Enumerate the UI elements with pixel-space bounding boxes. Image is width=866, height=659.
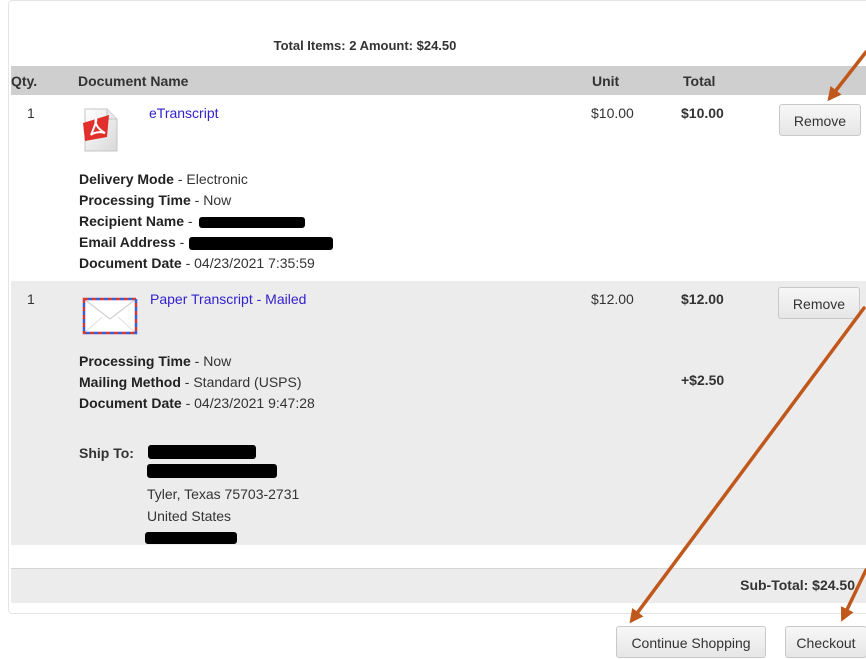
item-qty: 1 <box>27 291 35 307</box>
airmail-envelope-icon <box>82 297 138 335</box>
subtotal-bar: Sub-Total: $24.50 <box>11 568 866 603</box>
remove-button[interactable]: Remove <box>779 104 861 136</box>
column-unit: Unit <box>592 73 620 89</box>
detail-mailing-method: Mailing Method - Standard (USPS) <box>79 374 302 390</box>
item-name-link[interactable]: eTranscript <box>149 105 219 121</box>
redaction-bar <box>145 532 237 544</box>
item-qty: 1 <box>27 105 35 121</box>
redaction-bar <box>147 464 277 478</box>
detail-processing-time: Processing Time - Now <box>79 353 232 369</box>
redaction-bar <box>189 236 334 250</box>
table-header: Qty. Document Name Unit Total <box>11 66 866 95</box>
table-row: 1 eTranscript $10.00 $10.00 Delivery Mod… <box>11 95 866 281</box>
redaction-bar <box>148 445 256 459</box>
detail-document-date: Document Date - 04/23/2021 7:35:59 <box>79 255 315 271</box>
item-total-price: $10.00 <box>681 105 724 121</box>
detail-recipient-name: Recipient Name - <box>79 211 333 232</box>
column-total: Total <box>683 73 716 89</box>
address-country-line: United States <box>147 508 232 524</box>
cart-summary: Total Items: 2 Amount: $24.50 <box>273 38 457 53</box>
item-unit-price: $10.00 <box>591 105 634 121</box>
remove-button[interactable]: Remove <box>778 287 860 319</box>
item-details: Processing Time - Now Mailing Method - S… <box>79 351 315 414</box>
mailing-fee: +$2.50 <box>681 372 725 388</box>
pdf-document-icon <box>83 108 118 152</box>
address-city-line: Tyler, Texas 75703-2731 <box>147 486 300 502</box>
table-row: 1 Paper Transcript - Mailed $12.00 $12.0… <box>11 281 866 545</box>
redaction-bar <box>198 216 305 228</box>
item-unit-price: $12.00 <box>591 291 634 307</box>
subtotal-value: Sub-Total: $24.50 <box>740 577 855 593</box>
item-name-link[interactable]: Paper Transcript - Mailed <box>150 291 306 307</box>
continue-shopping-button[interactable]: Continue Shopping <box>616 626 766 658</box>
column-qty: Qty. <box>11 73 38 89</box>
item-total-price: $12.00 <box>681 291 724 307</box>
detail-delivery-mode: Delivery Mode - Electronic <box>79 171 248 187</box>
detail-processing-time: Processing Time - Now <box>79 192 232 208</box>
item-details: Delivery Mode - Electronic Processing Ti… <box>79 169 334 274</box>
checkout-button[interactable]: Checkout <box>785 626 866 658</box>
ship-to-label: Ship To: <box>79 445 134 461</box>
detail-email-address: Email Address - <box>79 232 334 253</box>
column-document-name: Document Name <box>78 73 189 89</box>
detail-document-date: Document Date - 04/23/2021 9:47:28 <box>79 395 315 411</box>
